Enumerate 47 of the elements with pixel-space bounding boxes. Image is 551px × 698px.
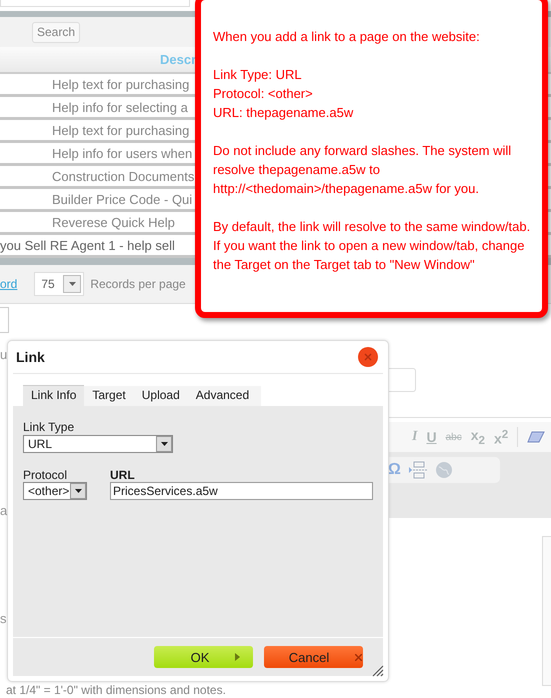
scrollbar[interactable] xyxy=(542,536,551,686)
table-cell: Reverese Quick Help xyxy=(52,214,175,230)
table-cell: Help text for purchasing xyxy=(52,76,190,92)
tab[interactable]: Link Info xyxy=(23,385,84,406)
globe-icon[interactable] xyxy=(434,461,453,479)
caret-icon xyxy=(160,442,168,446)
input-field[interactable] xyxy=(0,307,9,333)
protocol-select[interactable]: <other> xyxy=(23,482,87,500)
table-cell: Construction Documents xyxy=(52,168,194,184)
table-cell: Help info for selecting a xyxy=(52,100,188,114)
text-fragment: u xyxy=(0,348,8,362)
caret-icon xyxy=(68,282,76,286)
url-field[interactable]: PricesServices.a5w xyxy=(110,482,373,500)
close-icon xyxy=(355,654,362,660)
ok-button[interactable]: OK xyxy=(154,646,253,668)
cancel-button[interactable]: Cancel xyxy=(264,646,363,668)
records-select[interactable]: 75 xyxy=(34,272,84,296)
text-fragment: a xyxy=(0,504,8,518)
table-cell: Help info for users when xyxy=(52,146,192,160)
arrow-icon xyxy=(235,653,240,661)
caret-icon xyxy=(74,489,82,493)
field-label: Protocol xyxy=(23,468,68,482)
input-field[interactable] xyxy=(0,0,190,7)
table-cell: Help text for purchasing xyxy=(52,122,190,138)
tab[interactable]: Upload xyxy=(134,386,188,406)
callout-text: URL: thepagename.a5w xyxy=(213,104,354,122)
resize-grip-icon[interactable] xyxy=(372,665,384,677)
label: Records per page xyxy=(90,277,186,291)
tab[interactable]: Target xyxy=(84,386,134,406)
callout-text: Link Type: URL xyxy=(213,66,303,84)
callout-text: When you add a link to a page on the website: xyxy=(213,28,481,46)
text-fragment: s xyxy=(0,612,8,626)
field-label: URL xyxy=(110,468,136,482)
paragraph: at 1/4" = 1'-0" with dimensions and notes. xyxy=(6,683,226,697)
callout-text: By default, the link will resolve to the same window/tab. If you want the link to open a new window/tab, change the Target on the Target tab to "New Window" xyxy=(213,218,532,274)
link-type-select[interactable]: URL xyxy=(23,435,173,453)
eraser-icon[interactable] xyxy=(527,431,546,443)
page-break-icon[interactable] xyxy=(408,461,427,479)
tab[interactable]: Advanced xyxy=(188,386,258,406)
dialog-title: Link xyxy=(16,349,45,365)
close-icon[interactable] xyxy=(358,347,378,367)
callout-text: Protocol: <other> xyxy=(213,85,314,103)
callout-text: Do not include any forward slashes. The system will resolve thepagename.a5w to http://<thedomain>/thepagename.a5w for you. xyxy=(213,142,512,198)
field-label: Link Type xyxy=(23,420,76,434)
table-cell: you Sell RE Agent 1 - help sell xyxy=(0,238,175,252)
table-cell: Builder Price Code - Qui xyxy=(52,192,192,206)
search-button[interactable]: Search xyxy=(32,22,80,42)
